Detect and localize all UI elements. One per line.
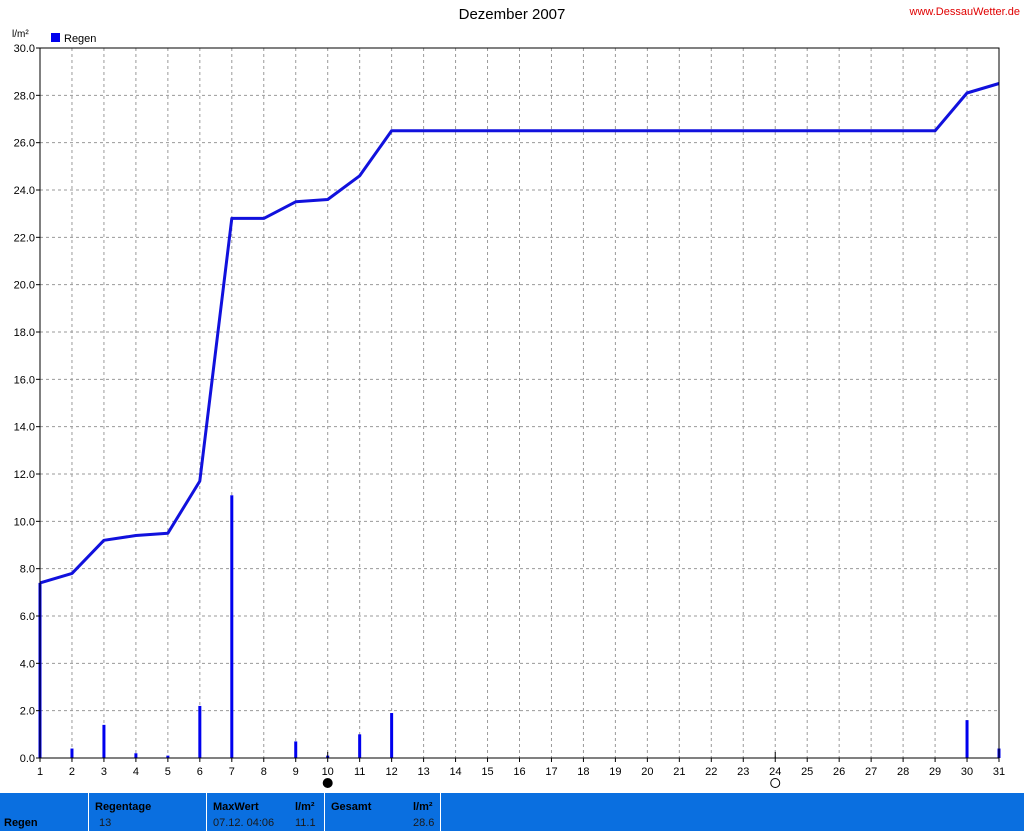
rain-bar (70, 748, 74, 758)
y-axis-label: l/m² (12, 29, 29, 40)
y-tick-label: 24.0 (14, 185, 35, 197)
footer-row-label-cell: Regen (0, 793, 88, 831)
y-tick-label: 26.0 (14, 138, 35, 150)
x-tick-label: 26 (833, 766, 845, 778)
regentage-value: 13 (99, 817, 112, 829)
x-tick-label: 2 (69, 766, 75, 778)
y-tick-label: 14.0 (14, 422, 35, 434)
y-tick-label: 30.0 (14, 43, 35, 55)
y-tick-label: 16.0 (14, 374, 35, 386)
legend-label: Regen (64, 33, 96, 45)
gesamt-cell: Gesamt l/m² 28.6 (324, 793, 440, 831)
x-tick-label: 23 (737, 766, 749, 778)
footer-empty-cell (440, 793, 1024, 831)
full-moon-icon (770, 778, 781, 788)
x-tick-label: 30 (961, 766, 973, 778)
x-tick-label: 3 (101, 766, 107, 778)
x-tick-label: 1 (37, 766, 43, 778)
x-tick-label: 31 (993, 766, 1005, 778)
x-tick-label: 14 (449, 766, 461, 778)
x-tick-label: 17 (545, 766, 557, 778)
gesamt-label: Gesamt (331, 801, 372, 813)
maxwert-cell: MaxWert l/m² 07.12. 04:06 11.1 (206, 793, 324, 831)
x-tick-label: 16 (513, 766, 525, 778)
y-tick-label: 4.0 (20, 658, 35, 670)
new-moon-icon (322, 778, 333, 788)
x-tick-label: 6 (197, 766, 203, 778)
footer-row-label: Regen (4, 817, 38, 829)
gesamt-value: 28.6 (413, 817, 435, 829)
x-tick-label: 12 (386, 766, 398, 778)
x-tick-label: 7 (229, 766, 235, 778)
rain-bar (358, 734, 362, 758)
gesamt-unit: l/m² (413, 801, 433, 813)
maxwert-value: 11.1 (295, 817, 316, 829)
rain-chart: 1 2 3 4 5 6 7 8 9 10 11 12 13 14 15 16 17 18 19 20 21 22 23 24 2… (12, 29, 1005, 788)
y-tick-label: 22.0 (14, 232, 35, 244)
x-tick-label: 11 (354, 766, 365, 778)
rain-bar (102, 724, 106, 758)
x-tick-label: 22 (705, 766, 717, 778)
x-tick-label: 15 (481, 766, 493, 778)
x-tick-label: 21 (673, 766, 685, 778)
x-tick-label: 19 (609, 766, 621, 778)
x-tick-label: 18 (577, 766, 589, 778)
maxwert-date: 07.12. 04:06 (213, 817, 275, 829)
x-tick-label: 4 (133, 766, 139, 778)
y-tick-label: 28.0 (14, 90, 35, 102)
rain-bar (134, 753, 138, 758)
y-tick-label: 10.0 (14, 516, 35, 528)
x-tick-label: 20 (641, 766, 653, 778)
y-tick-label: 18.0 (14, 327, 35, 339)
regentage-cell: Regentage 13 (88, 793, 206, 831)
maxwert-unit: l/m² (295, 801, 315, 813)
rain-bar (230, 495, 234, 758)
x-tick-label: 5 (165, 766, 171, 778)
y-tick-label: 8.0 (20, 564, 35, 576)
y-tick-label: 0.0 (20, 753, 35, 765)
rain-bar (294, 741, 298, 758)
x-tick-label: 10 (322, 766, 334, 778)
x-tick-label: 24 (769, 766, 781, 778)
x-tick-label: 9 (293, 766, 299, 778)
x-tick-label: 28 (897, 766, 909, 778)
x-tick-label: 8 (261, 766, 267, 778)
legend-swatch (51, 33, 60, 42)
x-tick-label: 13 (417, 766, 429, 778)
x-tick-label: 25 (801, 766, 813, 778)
rain-bar (390, 713, 394, 758)
y-tick-label: 2.0 (20, 706, 35, 718)
rain-bar (198, 705, 202, 758)
y-tick-label: 12.0 (14, 469, 35, 481)
y-tick-label: 6.0 (20, 611, 35, 623)
x-tick-label: 29 (929, 766, 941, 778)
maxwert-label: MaxWert (213, 801, 259, 813)
rain-bar (965, 720, 969, 758)
y-tick-label: 20.0 (14, 280, 35, 292)
regentage-label: Regentage (95, 801, 152, 813)
summary-footer: Regen Regentage 13 MaxWert l/m² 07.12. 0… (0, 793, 1024, 831)
x-tick-label: 27 (865, 766, 877, 778)
